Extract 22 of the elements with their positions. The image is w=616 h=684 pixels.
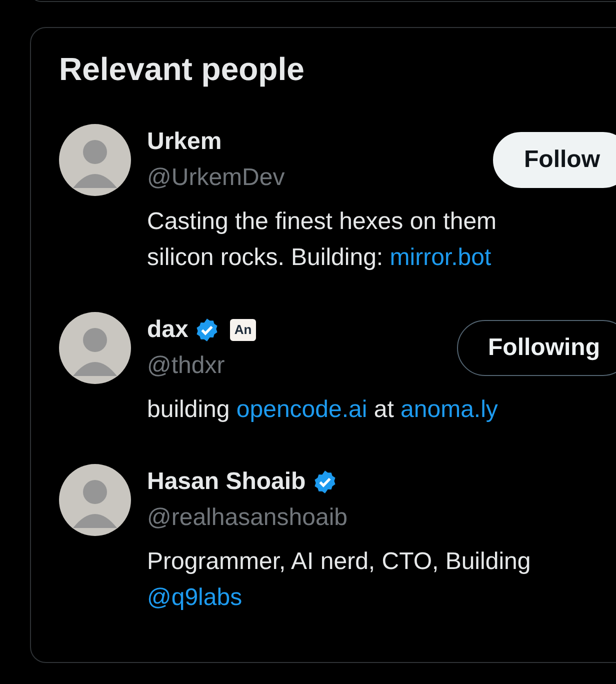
user-handle[interactable]: @realhasanshoaib (147, 500, 348, 536)
user-name[interactable]: Hasan Shoaib (147, 468, 306, 496)
verified-badge-icon (194, 317, 220, 343)
following-button[interactable]: Following (457, 320, 616, 376)
user-name[interactable]: Urkem (147, 128, 222, 156)
bio-link[interactable]: opencode.ai (236, 396, 368, 423)
bio-link[interactable]: anoma.ly (400, 396, 498, 423)
panel-title: Relevant people (59, 50, 306, 89)
follow-button[interactable]: Follow (493, 132, 616, 188)
affiliate-badge[interactable]: An (230, 319, 256, 341)
avatar[interactable] (59, 312, 131, 384)
bio-link[interactable]: mirror.bot (390, 244, 492, 271)
bio-link[interactable]: @q9labs (147, 584, 242, 611)
user-bio: Casting the finest hexes on them silicon rocks. Building: mirror.bot (147, 207, 498, 273)
user-bio: building opencode.ai at anoma.ly (147, 395, 499, 425)
avatar[interactable] (59, 464, 131, 536)
verified-badge-icon (312, 469, 338, 495)
avatar[interactable] (59, 124, 131, 196)
user-handle[interactable]: @thdxr (147, 348, 256, 384)
user-handle[interactable]: @UrkemDev (147, 160, 285, 196)
user-name[interactable]: dax (147, 316, 188, 344)
user-bio: Programmer, AI nerd, CTO, Building @q9labs (147, 547, 532, 613)
